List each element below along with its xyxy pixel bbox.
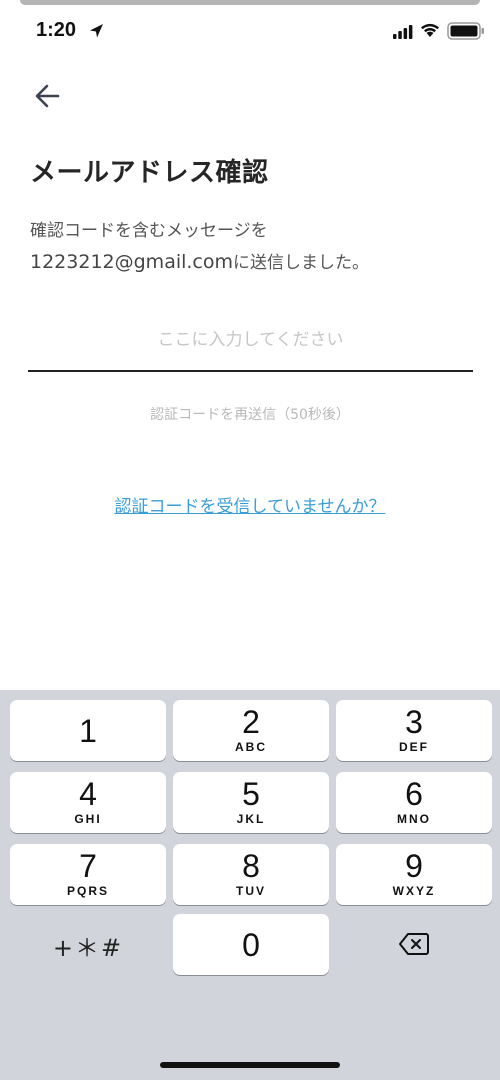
key-1[interactable]: 1 bbox=[10, 700, 166, 761]
key-digit: 5 bbox=[242, 776, 260, 812]
verification-code-input[interactable] bbox=[28, 310, 473, 372]
key-digit: 6 bbox=[405, 776, 423, 812]
location-arrow-icon bbox=[90, 24, 103, 38]
description-suffix: に送信しました。 bbox=[233, 253, 370, 273]
delete-key[interactable] bbox=[336, 914, 492, 975]
key-letters: GHI bbox=[74, 812, 102, 826]
numeric-keypad: 1 2 ABC 3 DEF 4 GHI 5 JKL 6 MNO 7 PQRS 8… bbox=[0, 690, 500, 1080]
key-3[interactable]: 3 DEF bbox=[336, 700, 492, 761]
key-letters: JKL bbox=[236, 812, 266, 826]
resend-code-countdown: 認証コードを再送信（50秒後） bbox=[150, 407, 350, 423]
key-digit: 7 bbox=[79, 848, 97, 884]
battery-icon bbox=[447, 22, 484, 40]
arrow-left-icon bbox=[35, 84, 60, 108]
backspace-icon bbox=[399, 933, 429, 955]
status-time: 1:20 bbox=[36, 19, 77, 41]
key-digit: 9 bbox=[405, 848, 423, 884]
key-4[interactable]: 4 GHI bbox=[10, 772, 166, 833]
key-letters: DEF bbox=[399, 740, 429, 754]
key-0[interactable]: 0 bbox=[173, 914, 329, 975]
key-digit: 0 bbox=[242, 927, 260, 963]
page-title: メールアドレス確認 bbox=[30, 158, 269, 188]
key-digit: 4 bbox=[79, 776, 97, 812]
code-not-received-link[interactable]: 認証コードを受信していませんか？ bbox=[0, 492, 500, 517]
key-letters: ABC bbox=[235, 740, 267, 754]
description-line-2: 1223212@gmail.comに送信しました。 bbox=[30, 248, 369, 273]
key-9[interactable]: 9 WXYZ bbox=[336, 844, 492, 905]
key-6[interactable]: 6 MNO bbox=[336, 772, 492, 833]
key-digit: 3 bbox=[405, 704, 423, 740]
key-letters: PQRS bbox=[66, 884, 109, 898]
wifi-icon bbox=[421, 23, 439, 37]
key-letters: MNO bbox=[397, 812, 431, 826]
key-letters: WXYZ bbox=[392, 884, 436, 898]
key-letters: TUV bbox=[236, 884, 266, 898]
symbols-label: +＊# bbox=[52, 934, 124, 962]
key-2[interactable]: 2 ABC bbox=[173, 700, 329, 761]
email-address: 1223212@gmail.com bbox=[30, 251, 234, 273]
description-line-1: 確認コードを含むメッセージを bbox=[30, 221, 268, 241]
key-digit: 2 bbox=[242, 704, 260, 740]
key-digit: 1 bbox=[79, 713, 97, 749]
key-8[interactable]: 8 TUV bbox=[173, 844, 329, 905]
home-indicator bbox=[160, 1062, 340, 1068]
key-5[interactable]: 5 JKL bbox=[173, 772, 329, 833]
cellular-signal-icon bbox=[393, 25, 413, 39]
key-7[interactable]: 7 PQRS bbox=[10, 844, 166, 905]
back-button[interactable] bbox=[30, 78, 70, 114]
symbols-key[interactable]: +＊# bbox=[10, 914, 166, 975]
status-bar: 1:20 bbox=[0, 0, 500, 60]
key-digit: 8 bbox=[242, 848, 260, 884]
